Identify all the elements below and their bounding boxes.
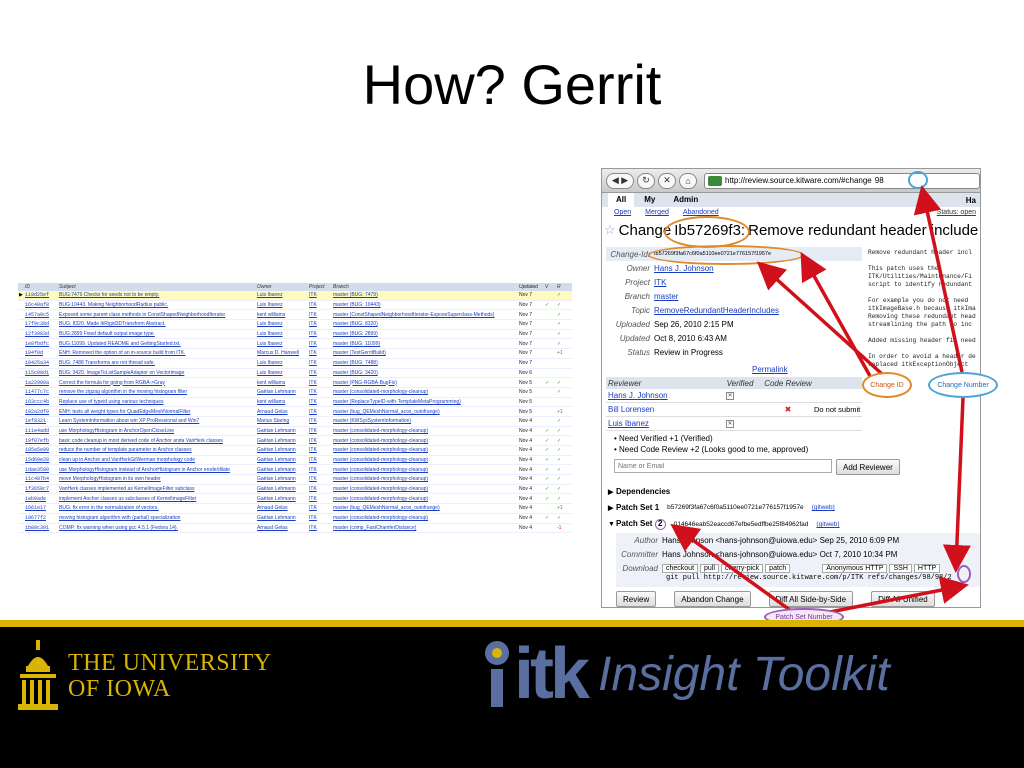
arrow-patch-set-cmd [829,576,969,614]
arrow-change-id-field [800,251,872,377]
arrow-change-number-url [913,185,964,373]
arrow-change-id-title [756,261,884,376]
footer-gold-band [0,620,1024,627]
university-logo: THE UNIVERSITY OF IOWA [16,640,272,712]
university-line-1: THE UNIVERSITY [68,650,272,676]
arrow-change-number-cmd [942,397,971,573]
change-id-callout: Change ID [862,372,912,398]
itk-eye-icon [485,641,509,707]
itk-wordmark: itk [514,634,590,714]
itk-logo: itk Insight Toolkit [480,628,1000,720]
itk-tagline: Insight Toolkit [598,647,890,701]
arrow-patch-set-label [670,523,792,612]
change-number-callout: Change Number [928,372,998,398]
university-line-2: OF IOWA [68,676,171,702]
old-capitol-icon [18,640,58,710]
